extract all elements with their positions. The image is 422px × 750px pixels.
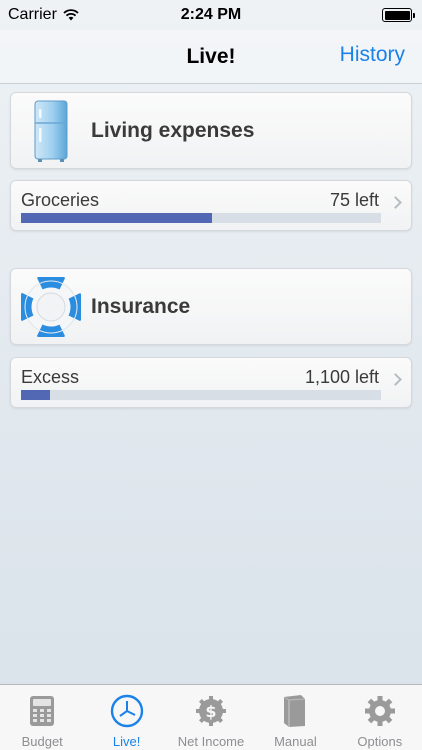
- chevron-right-icon: [389, 373, 402, 386]
- category-title: Insurance: [91, 294, 191, 318]
- book-icon: [277, 693, 313, 729]
- page-title: Live!: [186, 44, 236, 68]
- tab-label: Options: [357, 734, 403, 749]
- status-left: Carrier: [8, 6, 79, 24]
- item-remaining: 75 left: [329, 190, 379, 210]
- progress-track: [21, 390, 381, 400]
- category-icon-wrap: [11, 268, 91, 345]
- tab-label: Manual: [274, 734, 317, 749]
- tab-label: Budget: [21, 734, 63, 749]
- tab-label: Net Income: [177, 734, 245, 749]
- category-insurance: Insurance: [10, 268, 412, 345]
- nav-bar: Live! History: [0, 30, 422, 84]
- category-icon-wrap: [11, 92, 91, 169]
- progress-track: [21, 213, 381, 223]
- tab-manual[interactable]: Manual: [253, 685, 337, 750]
- history-button[interactable]: History: [340, 43, 405, 67]
- wifi-icon: [63, 9, 79, 21]
- tab-options[interactable]: Options: [338, 685, 422, 750]
- item-name: Excess: [21, 367, 80, 387]
- battery-icon: [382, 8, 415, 22]
- tab-label: Live!: [112, 734, 141, 749]
- category-living-expenses: Living expenses: [10, 92, 412, 169]
- progress-fill: [21, 390, 50, 400]
- category-title: Living expenses: [91, 118, 255, 142]
- svg-text:$: $: [205, 702, 216, 721]
- clock-icon: [109, 693, 145, 729]
- dollar-gear-icon: $: [193, 693, 229, 729]
- tab-net-income[interactable]: $ Net Income: [169, 685, 253, 750]
- budget-item-groceries[interactable]: Groceries 75 left: [10, 180, 412, 231]
- item-name: Groceries: [21, 190, 100, 210]
- budget-item-excess[interactable]: Excess 1,100 left: [10, 357, 412, 408]
- lifebuoy-icon: [21, 276, 81, 337]
- progress-fill: [21, 213, 212, 223]
- fridge-icon: [34, 100, 68, 162]
- chevron-right-icon: [389, 196, 402, 209]
- tab-bar: Budget Live! $ Net Income Manual Options: [0, 684, 422, 750]
- calculator-icon: [24, 693, 60, 729]
- tab-live[interactable]: Live!: [84, 685, 168, 750]
- gear-icon: [362, 693, 398, 729]
- item-remaining: 1,100 left: [304, 367, 379, 387]
- status-bar: Carrier 2:24 PM: [0, 0, 422, 30]
- tab-budget[interactable]: Budget: [0, 685, 84, 750]
- carrier-label: Carrier: [8, 6, 57, 23]
